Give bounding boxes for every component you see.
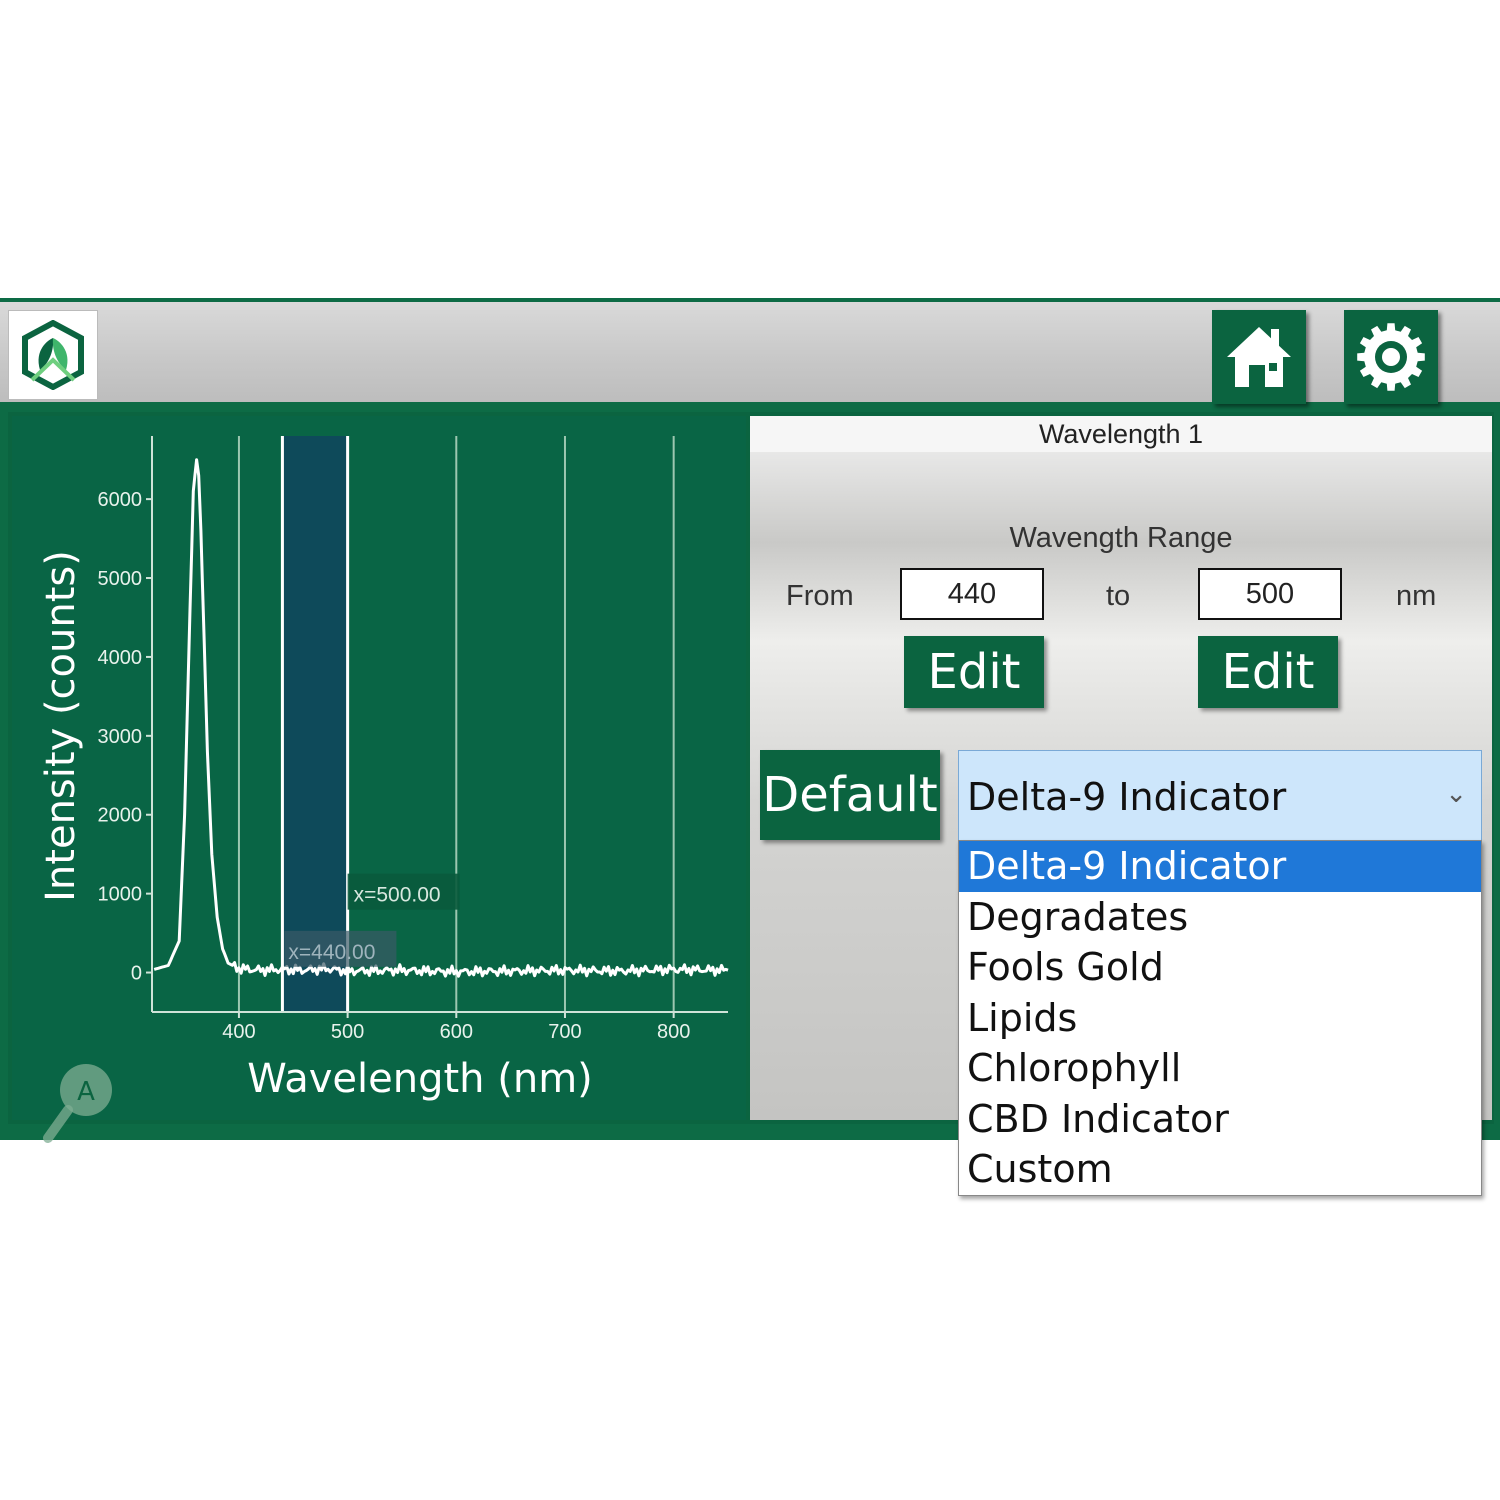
dropdown-option[interactable]: Chlorophyll: [959, 1043, 1481, 1094]
band-label-440: x=440.00: [288, 941, 375, 964]
x-tick-label: 400: [222, 1021, 255, 1043]
y-tick-label: 2000: [98, 805, 143, 827]
y-tick-label: 0: [131, 963, 142, 985]
to-label: to: [1106, 580, 1131, 612]
dropdown-option[interactable]: Fools Gold: [959, 942, 1481, 993]
spectrum-chart-panel: 400 500 600 700 800 0 1000 2000 3000 4000 5000 6000…: [12, 416, 746, 1143]
y-tick-label: 1000: [98, 884, 143, 906]
dropdown-option[interactable]: Lipids: [959, 993, 1481, 1044]
settings-button[interactable]: [1344, 310, 1438, 404]
preset-select[interactable]: Delta-9 Indicator ⌄: [958, 750, 1482, 842]
svg-text:A: A: [77, 1077, 95, 1107]
y-tick-label: 6000: [98, 489, 143, 511]
highlight-band: [282, 436, 348, 1012]
range-title: Wavength Range: [1009, 522, 1233, 554]
default-button[interactable]: Default: [760, 750, 940, 840]
x-axis-title: Wavelength (nm): [247, 1056, 593, 1102]
y-tick-label: 3000: [98, 726, 143, 748]
x-tick-label: 800: [657, 1021, 690, 1043]
to-input[interactable]: 500: [1198, 568, 1342, 620]
y-tick-label: 5000: [98, 568, 143, 590]
band-label-500: x=500.00: [354, 884, 441, 907]
gear-icon: [1357, 323, 1425, 391]
x-tick-label: 700: [548, 1021, 581, 1043]
y-axis-title: Intensity (counts): [38, 550, 84, 902]
x-tick-label: 500: [331, 1021, 364, 1043]
home-icon: [1227, 327, 1291, 387]
app-logo: [8, 310, 98, 400]
leaf-hexagon-icon: [22, 320, 84, 390]
dropdown-option[interactable]: Custom: [959, 1144, 1481, 1195]
home-button[interactable]: [1212, 310, 1306, 404]
unit-label: nm: [1396, 580, 1437, 612]
dropdown-option[interactable]: CBD Indicator: [959, 1094, 1481, 1145]
preset-dropdown-list: Delta-9 Indicator Degradates Fools Gold …: [958, 840, 1482, 1196]
from-label: From: [786, 580, 854, 612]
chevron-down-icon: ⌄: [1445, 779, 1467, 809]
y-tick-label: 4000: [98, 647, 143, 669]
from-input[interactable]: 440: [900, 568, 1044, 620]
x-tick-label: 600: [440, 1021, 473, 1043]
magnifier-icon[interactable]: A: [40, 1056, 120, 1146]
edit-to-button[interactable]: Edit: [1198, 636, 1338, 708]
panel-title: Wavelength 1: [750, 416, 1492, 452]
dropdown-option[interactable]: Degradates: [959, 892, 1481, 943]
top-toolbar: [0, 302, 1500, 404]
edit-from-button[interactable]: Edit: [904, 636, 1044, 708]
spectrum-chart: 400 500 600 700 800 0 1000 2000 3000 4000 5000 6000…: [38, 436, 729, 1102]
dropdown-option[interactable]: Delta-9 Indicator: [959, 841, 1481, 892]
preset-select-value: Delta-9 Indicator: [967, 775, 1287, 819]
